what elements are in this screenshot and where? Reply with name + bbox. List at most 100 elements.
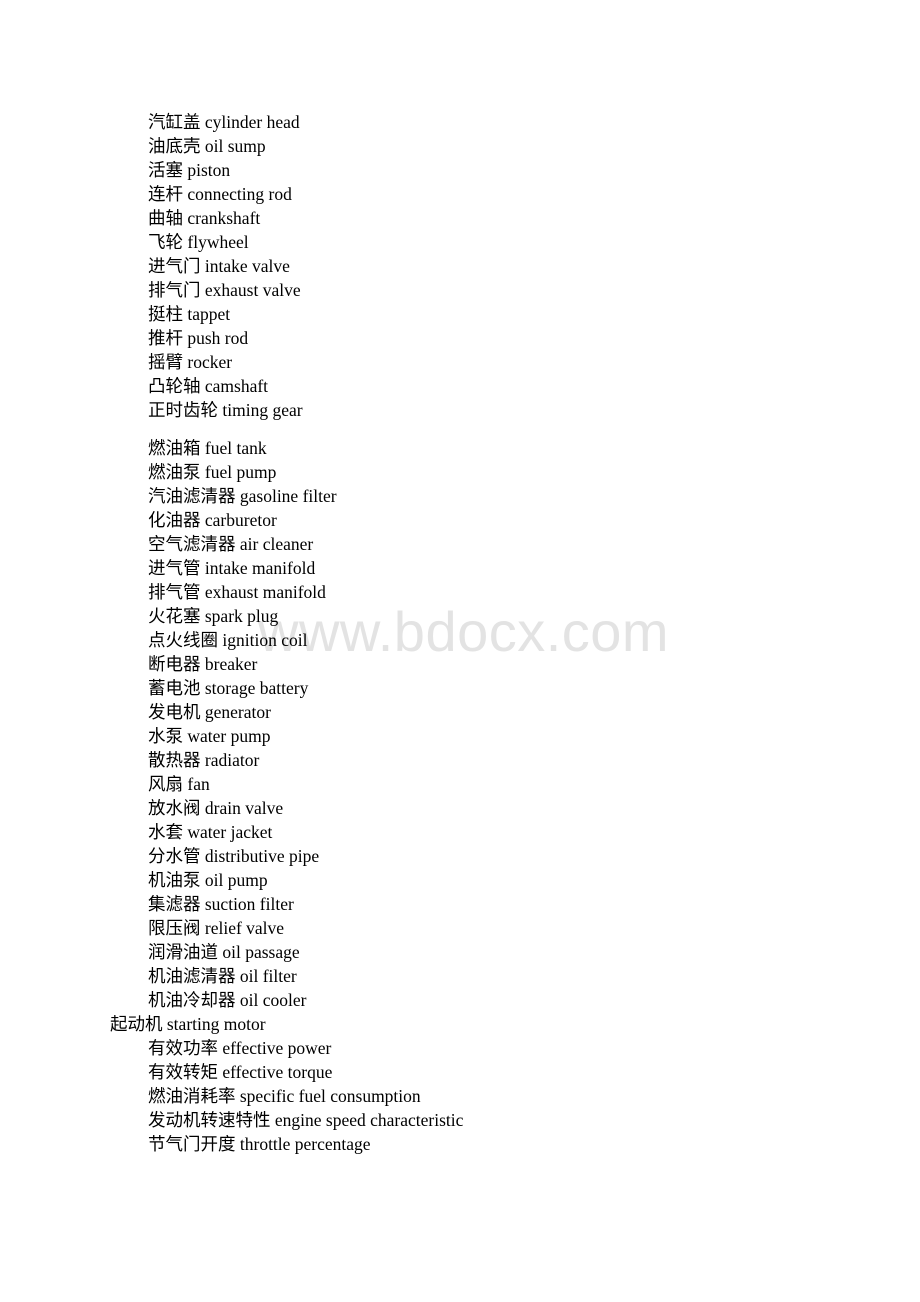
glossary-section-performance: 有效功率 effective power 有效转矩 effective torq…	[0, 1036, 920, 1156]
term-chinese: 发电机	[148, 702, 201, 722]
glossary-entry: 蓄电池 storage battery	[0, 676, 920, 700]
term-chinese: 挺柱	[148, 304, 183, 324]
glossary-entry: 限压阀 relief valve	[0, 916, 920, 940]
glossary-entry: 点火线圈 ignition coil	[0, 628, 920, 652]
glossary-entry: 曲轴 crankshaft	[0, 206, 920, 230]
glossary-entry: 散热器 radiator	[0, 748, 920, 772]
term-chinese: 起动机	[110, 1014, 163, 1034]
term-chinese: 燃油箱	[148, 438, 201, 458]
term-english: throttle percentage	[239, 1134, 371, 1154]
glossary-entry: 机油冷却器 oil cooler	[0, 988, 920, 1012]
term-chinese: 分水管	[148, 846, 201, 866]
glossary-entry: 有效功率 effective power	[0, 1036, 920, 1060]
glossary-entry: 断电器 breaker	[0, 652, 920, 676]
term-chinese: 断电器	[148, 654, 201, 674]
term-english: oil pump	[204, 870, 268, 890]
term-chinese: 飞轮	[148, 232, 183, 252]
term-english: gasoline filter	[239, 486, 337, 506]
glossary-entry: 水套 water jacket	[0, 820, 920, 844]
glossary-entry: 燃油消耗率 specific fuel consumption	[0, 1084, 920, 1108]
glossary-entry: 进气管 intake manifold	[0, 556, 920, 580]
term-english: oil sump	[204, 136, 266, 156]
term-chinese: 汽缸盖	[148, 112, 201, 132]
glossary-entry: 挺柱 tappet	[0, 302, 920, 326]
term-english: tappet	[187, 304, 231, 324]
term-english: effective power	[222, 1038, 332, 1058]
glossary-entry: 发动机转速特性 engine speed characteristic	[0, 1108, 920, 1132]
glossary-entry: 正时齿轮 timing gear	[0, 398, 920, 422]
glossary-entry: 火花塞 spark plug	[0, 604, 920, 628]
term-english: connecting rod	[187, 184, 292, 204]
term-english: engine speed characteristic	[274, 1110, 464, 1130]
glossary-entry: 摇臂 rocker	[0, 350, 920, 374]
term-english: oil filter	[239, 966, 297, 986]
term-chinese: 水套	[148, 822, 183, 842]
glossary-entry: 燃油箱 fuel tank	[0, 436, 920, 460]
glossary-entry: 凸轮轴 camshaft	[0, 374, 920, 398]
term-chinese: 限压阀	[148, 918, 201, 938]
term-english: breaker	[204, 654, 258, 674]
term-english: water jacket	[187, 822, 273, 842]
term-english: drain valve	[204, 798, 284, 818]
term-chinese: 散热器	[148, 750, 201, 770]
term-chinese: 燃油消耗率	[148, 1086, 236, 1106]
term-chinese: 油底壳	[148, 136, 201, 156]
term-chinese: 机油冷却器	[148, 990, 236, 1010]
glossary-entry: 放水阀 drain valve	[0, 796, 920, 820]
term-chinese: 有效转矩	[148, 1062, 218, 1082]
term-english: specific fuel consumption	[239, 1086, 421, 1106]
term-english: timing gear	[222, 400, 303, 420]
term-chinese: 进气门	[148, 256, 201, 276]
term-chinese: 水泵	[148, 726, 183, 746]
glossary-entry: 进气门 intake valve	[0, 254, 920, 278]
glossary-entry: 汽缸盖 cylinder head	[0, 110, 920, 134]
glossary-section-engine-parts: 汽缸盖 cylinder head 油底壳 oil sump 活塞 piston…	[0, 110, 920, 422]
term-english: cylinder head	[204, 112, 300, 132]
glossary-entry: 集滤器 suction filter	[0, 892, 920, 916]
term-english: oil passage	[222, 942, 300, 962]
glossary-entry: 分水管 distributive pipe	[0, 844, 920, 868]
term-english: oil cooler	[239, 990, 307, 1010]
term-english: radiator	[204, 750, 260, 770]
term-english: storage battery	[204, 678, 309, 698]
term-english: camshaft	[204, 376, 269, 396]
glossary-entry: 机油泵 oil pump	[0, 868, 920, 892]
term-chinese: 集滤器	[148, 894, 201, 914]
term-english: distributive pipe	[204, 846, 320, 866]
term-english: carburetor	[204, 510, 277, 530]
term-chinese: 蓄电池	[148, 678, 201, 698]
term-chinese: 空气滤清器	[148, 534, 236, 554]
glossary-entry: 连杆 connecting rod	[0, 182, 920, 206]
glossary-heading-entry: 起动机 starting motor	[0, 1012, 920, 1036]
glossary-entry: 发电机 generator	[0, 700, 920, 724]
glossary-entry: 润滑油道 oil passage	[0, 940, 920, 964]
term-chinese: 燃油泵	[148, 462, 201, 482]
term-english: push rod	[187, 328, 249, 348]
term-chinese: 风扇	[148, 774, 183, 794]
term-english: effective torque	[222, 1062, 333, 1082]
term-english: generator	[204, 702, 271, 722]
term-chinese: 机油滤清器	[148, 966, 236, 986]
term-english: crankshaft	[187, 208, 261, 228]
term-chinese: 正时齿轮	[148, 400, 218, 420]
glossary-entry: 排气管 exhaust manifold	[0, 580, 920, 604]
glossary-entry: 排气门 exhaust valve	[0, 278, 920, 302]
term-chinese: 排气门	[148, 280, 201, 300]
term-english: air cleaner	[239, 534, 314, 554]
glossary-entry: 推杆 push rod	[0, 326, 920, 350]
glossary-entry: 水泵 water pump	[0, 724, 920, 748]
term-english: ignition coil	[222, 630, 308, 650]
term-english: flywheel	[187, 232, 249, 252]
glossary-entry: 节气门开度 throttle percentage	[0, 1132, 920, 1156]
term-english: exhaust manifold	[204, 582, 326, 602]
term-chinese: 点火线圈	[148, 630, 218, 650]
term-chinese: 化油器	[148, 510, 201, 530]
term-chinese: 润滑油道	[148, 942, 218, 962]
term-chinese: 机油泵	[148, 870, 201, 890]
term-chinese: 摇臂	[148, 352, 183, 372]
term-chinese: 推杆	[148, 328, 183, 348]
document-page: www.bdocx.com 汽缸盖 cylinder head 油底壳 oil …	[0, 0, 920, 1302]
term-chinese: 排气管	[148, 582, 201, 602]
term-chinese: 发动机转速特性	[148, 1110, 271, 1130]
